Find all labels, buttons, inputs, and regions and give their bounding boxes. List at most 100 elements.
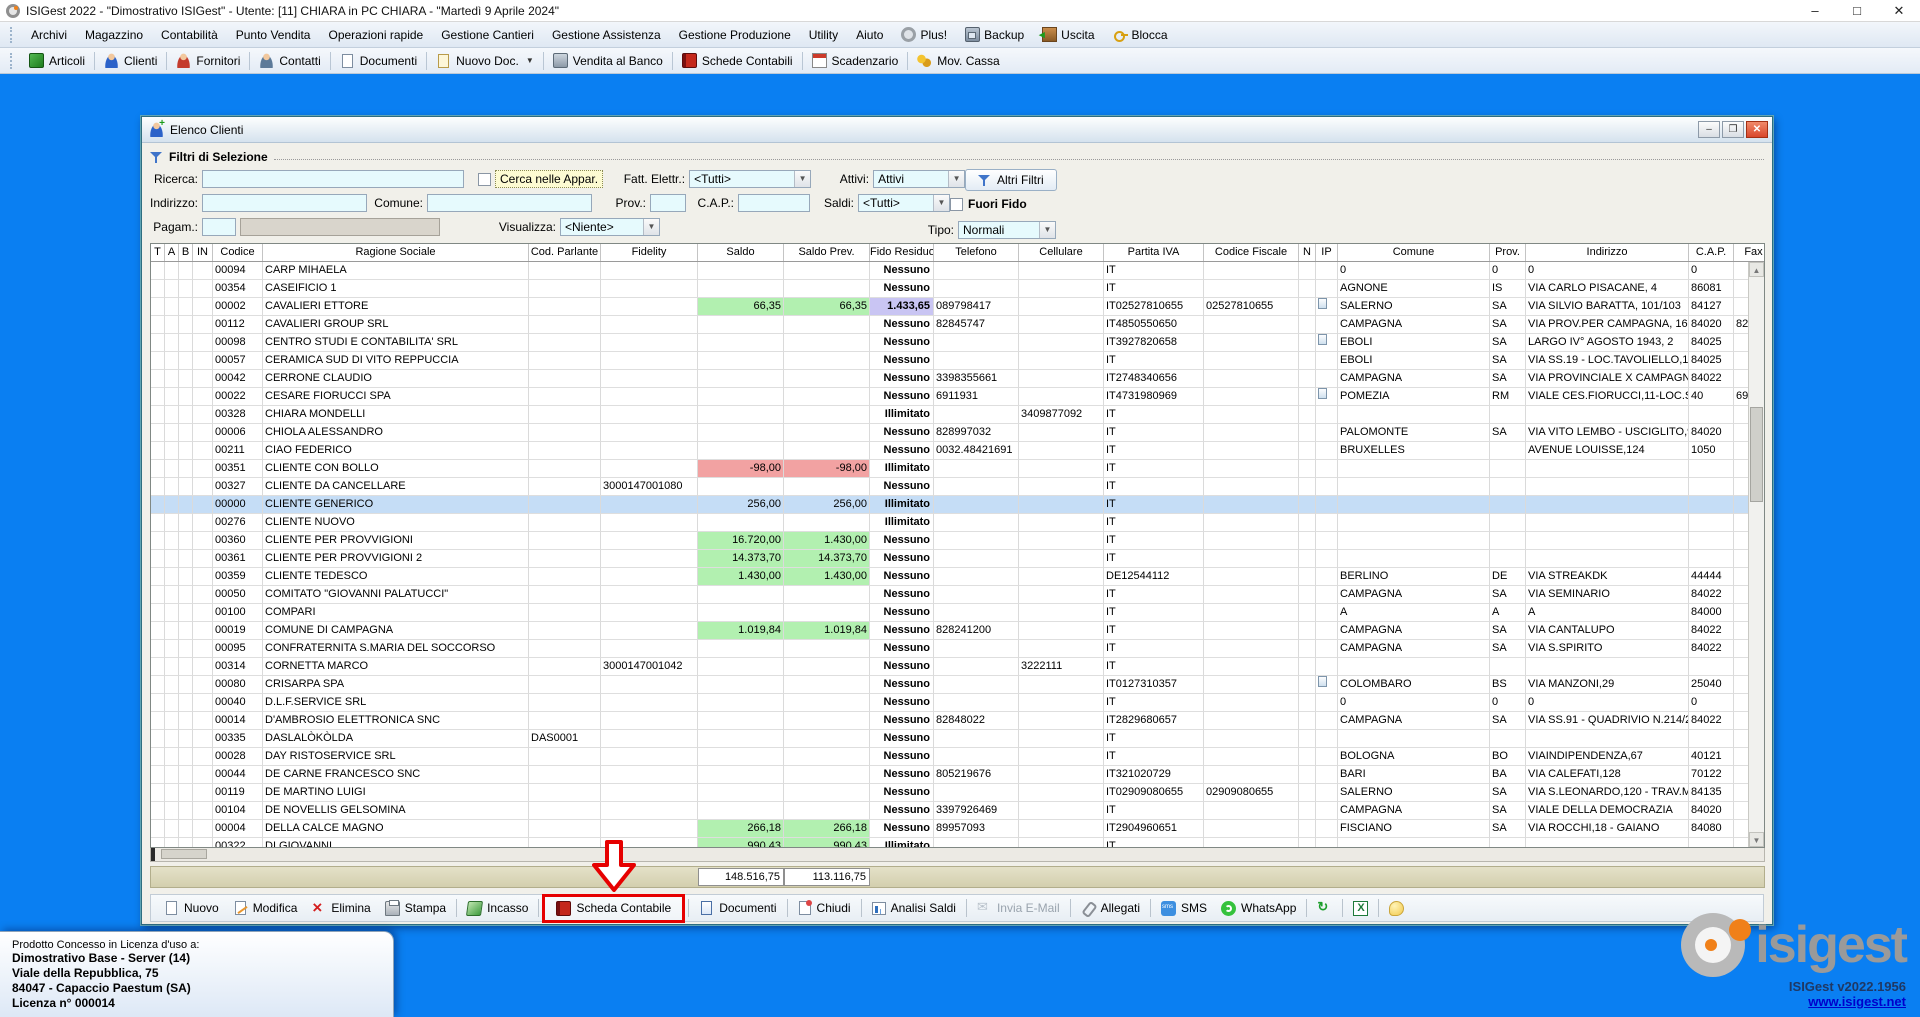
prov-input[interactable] bbox=[650, 194, 686, 212]
column-header-saldo[interactable]: Saldo bbox=[698, 244, 784, 261]
button-sms[interactable]: SMS bbox=[1154, 898, 1214, 919]
table-row[interactable]: 00028DAY RISTOSERVICE SRLNessunoITBOLOGN… bbox=[151, 748, 1764, 766]
menu-backup[interactable]: Backup bbox=[956, 24, 1033, 45]
menu-utility[interactable]: Utility bbox=[800, 25, 847, 45]
button-elimina[interactable]: Elimina bbox=[304, 898, 377, 919]
toolbar-fornitori[interactable]: Fornitori bbox=[169, 51, 247, 70]
toolbar-contatti[interactable]: Contatti bbox=[252, 51, 327, 70]
table-row[interactable]: 00042CERRONE CLAUDIONessuno3398355661IT2… bbox=[151, 370, 1764, 388]
table-row[interactable]: 00276CLIENTE NUOVOIllimitatoIT bbox=[151, 514, 1764, 532]
column-header-fidelity[interactable]: Fidelity bbox=[601, 244, 698, 261]
table-row[interactable]: 00044DE CARNE FRANCESCO SNCNessuno805219… bbox=[151, 766, 1764, 784]
button-sync[interactable] bbox=[1310, 898, 1339, 919]
button-analisi-saldi[interactable]: Analisi Saldi bbox=[865, 898, 963, 918]
button-excel[interactable] bbox=[1346, 898, 1375, 919]
app-maximize-button[interactable]: □ bbox=[1836, 0, 1878, 21]
button-scheda-contabile[interactable]: Scheda Contabile bbox=[549, 898, 678, 919]
column-header-prov[interactable]: Prov. bbox=[1490, 244, 1526, 261]
column-header-n[interactable]: N bbox=[1299, 244, 1316, 261]
scroll-up-icon[interactable]: ▲ bbox=[1749, 262, 1764, 277]
table-row[interactable]: 00335DASLALÒKÒLDADAS0001NessunoIT bbox=[151, 730, 1764, 748]
column-header-codparl[interactable]: Cod. Parlante bbox=[529, 244, 601, 261]
fatt-elettr-select[interactable]: <Tutti>▼ bbox=[689, 170, 811, 188]
toolbar-articoli[interactable]: Articoli bbox=[22, 51, 92, 70]
table-row[interactable]: 00050COMITATO "GIOVANNI PALATUCCI"Nessun… bbox=[151, 586, 1764, 604]
table-row[interactable]: 00322DI GIOVANNI990,43990,43IllimitatoIT bbox=[151, 838, 1764, 847]
column-header-telefono[interactable]: Telefono bbox=[934, 244, 1019, 261]
table-row[interactable]: 00360CLIENTE PER PROVVIGIONI16.720,001.4… bbox=[151, 532, 1764, 550]
column-header-in[interactable]: IN bbox=[193, 244, 213, 261]
window-maximize-button[interactable]: ❐ bbox=[1722, 121, 1744, 138]
window-titlebar[interactable]: Elenco Clienti – ❐ ✕ bbox=[142, 117, 1772, 143]
menu-aiuto[interactable]: Aiuto bbox=[847, 25, 892, 45]
menu-gestione-assistenza[interactable]: Gestione Assistenza bbox=[543, 25, 670, 45]
table-row[interactable]: 00112CAVALIERI GROUP SRLNessuno82845747I… bbox=[151, 316, 1764, 334]
column-header-ip[interactable]: IP bbox=[1316, 244, 1338, 261]
column-header-saldoprev[interactable]: Saldo Prev. bbox=[784, 244, 870, 261]
table-row[interactable]: 00098CENTRO STUDI E CONTABILITA' SRLNess… bbox=[151, 334, 1764, 352]
table-row[interactable]: 00359CLIENTE TEDESCO1.430,001.430,00Ness… bbox=[151, 568, 1764, 586]
button-balloon[interactable] bbox=[1382, 898, 1411, 919]
fuori-fido-checkbox[interactable] bbox=[950, 198, 963, 211]
scroll-down-icon[interactable]: ▼ bbox=[1749, 832, 1764, 847]
column-header-t[interactable]: T bbox=[151, 244, 165, 261]
column-header-fax[interactable]: Fax bbox=[1734, 244, 1765, 261]
window-close-button[interactable]: ✕ bbox=[1746, 121, 1768, 138]
table-row[interactable]: 00361CLIENTE PER PROVVIGIONI 214.373,701… bbox=[151, 550, 1764, 568]
visualizza-select[interactable]: <Niente>▼ bbox=[560, 218, 660, 236]
column-header-ragione[interactable]: Ragione Sociale bbox=[263, 244, 529, 261]
vertical-scroll-thumb[interactable] bbox=[1750, 407, 1763, 502]
column-header-a[interactable]: A bbox=[165, 244, 179, 261]
table-row[interactable]: 00314CORNETTA MARCO3000147001042Nessuno3… bbox=[151, 658, 1764, 676]
column-header-cf[interactable]: Codice Fiscale bbox=[1204, 244, 1299, 261]
table-row[interactable]: 00328CHIARA MONDELLIIllimitato3409877092… bbox=[151, 406, 1764, 424]
table-row[interactable]: 00019COMUNE DI CAMPAGNA1.019,841.019,84N… bbox=[151, 622, 1764, 640]
button-stampa[interactable]: Stampa bbox=[378, 898, 453, 919]
toolbar-vendita-al-banco[interactable]: Vendita al Banco bbox=[546, 51, 670, 70]
horizontal-scroll-thumb[interactable] bbox=[161, 849, 207, 859]
table-row[interactable]: 00014D'AMBROSIO ELETTRONICA SNCNessuno82… bbox=[151, 712, 1764, 730]
table-row[interactable]: 00100COMPARINessunoITAAA84000 bbox=[151, 604, 1764, 622]
column-header-codice[interactable]: Codice bbox=[213, 244, 263, 261]
button-incasso[interactable]: Incasso bbox=[460, 898, 535, 919]
button-allegati[interactable]: Allegati bbox=[1074, 898, 1147, 919]
menu-gestione-produzione[interactable]: Gestione Produzione bbox=[670, 25, 800, 45]
app-close-button[interactable]: ✕ bbox=[1878, 0, 1920, 21]
saldi-select[interactable]: <Tutti>▼ bbox=[858, 194, 950, 212]
column-header-cellulare[interactable]: Cellulare bbox=[1019, 244, 1104, 261]
cerca-appar-checkbox[interactable] bbox=[478, 173, 491, 186]
table-row[interactable]: 00040D.L.F.SERVICE SRLNessunoIT0000 bbox=[151, 694, 1764, 712]
table-row[interactable]: 00057CERAMICA SUD DI VITO REPPUCCIANessu… bbox=[151, 352, 1764, 370]
toolbar-documenti[interactable]: Documenti bbox=[333, 52, 424, 70]
indirizzo-input[interactable] bbox=[202, 194, 367, 212]
window-minimize-button[interactable]: – bbox=[1698, 121, 1720, 138]
cap-input[interactable] bbox=[738, 194, 810, 212]
table-row[interactable]: 00095CONFRATERNITA S.MARIA DEL SOCCORSON… bbox=[151, 640, 1764, 658]
button-documenti[interactable]: Documenti bbox=[692, 898, 783, 918]
vertical-scrollbar[interactable]: ▲ ▼ bbox=[1748, 262, 1764, 847]
table-row[interactable]: 00006CHIOLA ALESSANDRONessuno828997032IT… bbox=[151, 424, 1764, 442]
button-whatsapp[interactable]: WhatsApp bbox=[1214, 898, 1303, 919]
table-row[interactable]: 00080CRISARPA SPANessunoIT0127310357COLO… bbox=[151, 676, 1764, 694]
menu-plus[interactable]: Plus! bbox=[892, 24, 956, 45]
toolbar-schede-contabili[interactable]: Schede Contabili bbox=[675, 51, 800, 70]
table-row[interactable]: 00354CASEIFICIO 1NessunoITAGNONEISVIA CA… bbox=[151, 280, 1764, 298]
menu-blocca[interactable]: Blocca bbox=[1104, 24, 1177, 45]
table-row[interactable]: 00104DE NOVELLIS GELSOMINANessuno3397926… bbox=[151, 802, 1764, 820]
toolbar-scadenzario[interactable]: Scadenzario bbox=[805, 51, 906, 70]
column-header-b[interactable]: B bbox=[179, 244, 193, 261]
table-row[interactable]: 00327CLIENTE DA CANCELLARE3000147001080N… bbox=[151, 478, 1764, 496]
pagam-code-input[interactable] bbox=[202, 218, 236, 236]
toolbar-clienti[interactable]: Clienti bbox=[97, 51, 164, 70]
column-header-comune[interactable]: Comune bbox=[1338, 244, 1490, 261]
brand-url[interactable]: www.isigest.net bbox=[1681, 994, 1906, 1009]
table-row[interactable]: 00351CLIENTE CON BOLLO-98,00-98,00Illimi… bbox=[151, 460, 1764, 478]
menu-contabilit[interactable]: Contabilità bbox=[152, 25, 227, 45]
menu-gestione-cantieri[interactable]: Gestione Cantieri bbox=[432, 25, 543, 45]
column-header-cap[interactable]: C.A.P. bbox=[1689, 244, 1734, 261]
tipo-select[interactable]: Normali▼ bbox=[958, 221, 1056, 239]
table-row[interactable]: 00022CESARE FIORUCCI SPANessuno6911931IT… bbox=[151, 388, 1764, 406]
menu-operazioni-rapide[interactable]: Operazioni rapide bbox=[319, 25, 432, 45]
table-row[interactable]: 00119DE MARTINO LUIGINessunoIT0290908065… bbox=[151, 784, 1764, 802]
menu-punto-vendita[interactable]: Punto Vendita bbox=[227, 25, 320, 45]
